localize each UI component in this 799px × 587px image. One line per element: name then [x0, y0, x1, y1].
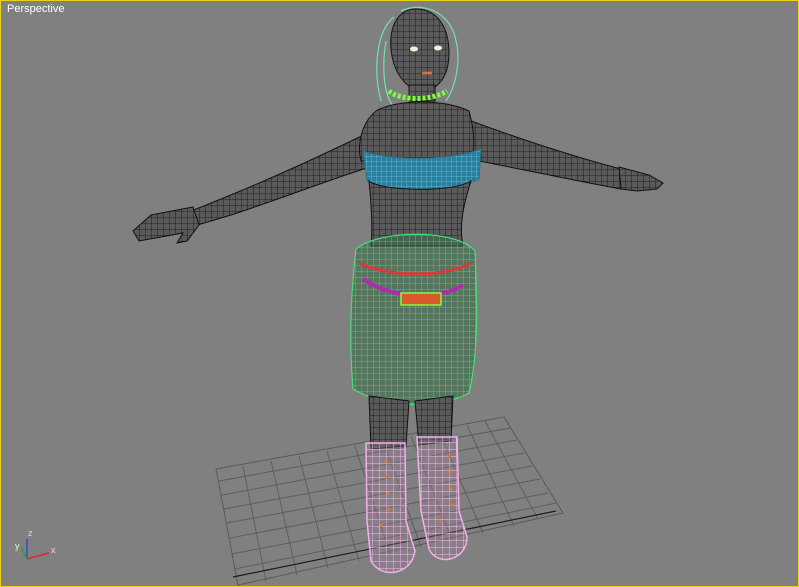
character-model[interactable]: [132, 6, 664, 574]
perspective-viewport[interactable]: Perspective z x y: [0, 0, 799, 587]
belt-buckle: [400, 292, 442, 306]
left-leg: [368, 395, 410, 450]
torso: [359, 101, 475, 162]
axis-gizmo-y: [20, 546, 28, 560]
left-hand: [132, 206, 200, 244]
right-hand: [618, 166, 664, 192]
axis-gizmo-x-label: x: [51, 545, 56, 555]
axis-gizmo-y-label: y: [15, 541, 20, 551]
left-arm: [180, 128, 377, 228]
right-eye: [434, 45, 442, 51]
right-boot: [416, 436, 468, 561]
right-arm: [465, 118, 647, 190]
axis-gizmo-z-label: z: [28, 528, 33, 538]
axis-gizmo: z x y: [15, 528, 56, 560]
skirt: [350, 233, 478, 406]
axis-gizmo-x: [26, 552, 50, 560]
left-eye: [410, 46, 418, 52]
scene-canvas[interactable]: z x y: [1, 1, 798, 586]
left-boot: [365, 442, 416, 574]
